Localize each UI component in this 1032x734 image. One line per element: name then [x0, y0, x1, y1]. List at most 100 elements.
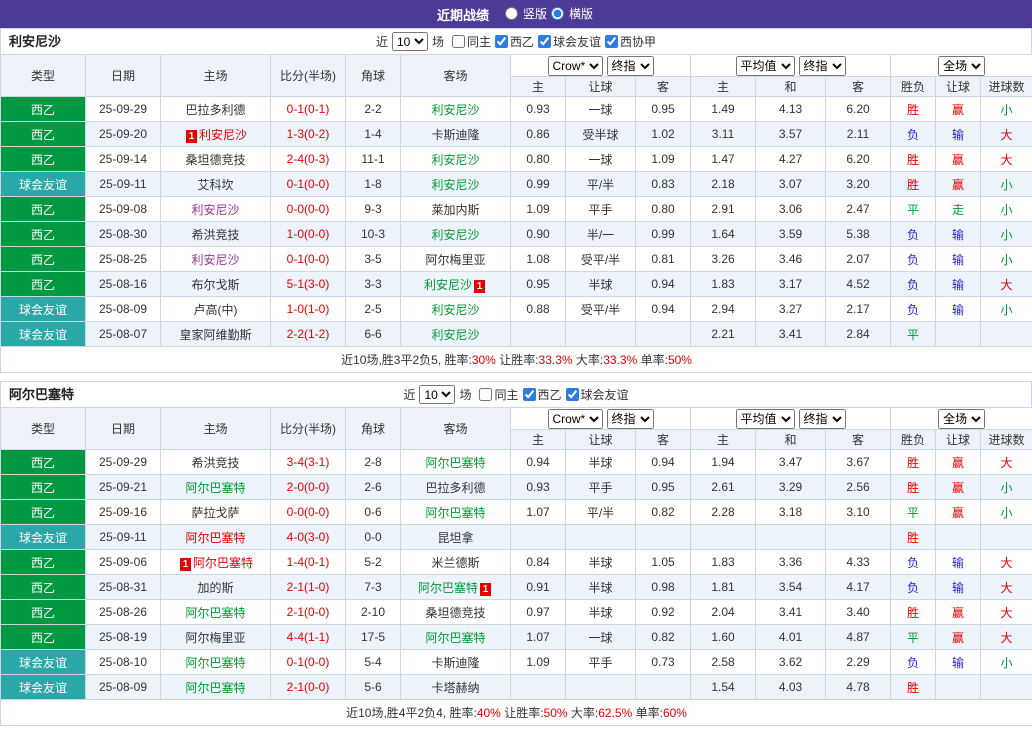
team-name[interactable]: 米兰德斯: [431, 556, 479, 570]
score-cell[interactable]: 1-3(0-2): [270, 121, 346, 147]
red-card-badge: 1: [480, 582, 491, 596]
score-cell[interactable]: 0-0(0-0): [270, 196, 346, 222]
score-cell[interactable]: 2-4(0-3): [270, 146, 346, 172]
team-name[interactable]: 1 阿尔巴塞特: [178, 556, 253, 571]
filter-checkbox[interactable]: [451, 35, 465, 48]
score-cell[interactable]: 0-1(0-0): [270, 246, 346, 272]
score-cell[interactable]: 0-1(0-0): [270, 171, 346, 197]
average-select[interactable]: 平均值: [735, 408, 795, 429]
odds-final-select[interactable]: 终指: [606, 55, 654, 76]
score-cell[interactable]: 2-2(1-2): [270, 321, 346, 347]
filter-checkbox[interactable]: [479, 388, 493, 401]
team-name[interactable]: 昆坦拿: [437, 531, 473, 545]
team-name[interactable]: 阿尔巴塞特: [185, 681, 245, 695]
col-date: 日期: [85, 407, 161, 450]
team-name[interactable]: 艾科坎: [197, 178, 233, 192]
filter-checkbox[interactable]: [522, 388, 536, 401]
home-team-cell: 巴拉多利德: [160, 96, 271, 122]
league-type-cell: 球会友谊: [0, 321, 86, 347]
score-cell[interactable]: 4-0(3-0): [270, 524, 346, 550]
team-name[interactable]: 阿尔巴塞特: [185, 656, 245, 670]
summary-segment: 60%: [662, 706, 687, 720]
avg-away-cell: 4.17: [825, 574, 892, 600]
filter-checkbox[interactable]: [605, 35, 619, 48]
result-handicap-cell: 赢: [935, 474, 982, 500]
team-name[interactable]: 利安尼沙: [431, 103, 479, 117]
team-name[interactable]: 阿尔巴塞特: [425, 456, 485, 470]
team-name[interactable]: 阿尔梅里亚: [425, 253, 485, 267]
layout-mode-radio[interactable]: [504, 7, 518, 20]
team-name[interactable]: 阿尔巴塞特: [425, 631, 485, 645]
score-cell[interactable]: 1-0(0-0): [270, 221, 346, 247]
team-name[interactable]: 阿尔巴塞特: [425, 506, 485, 520]
team-name[interactable]: 巴拉多利德: [185, 103, 245, 117]
avg-home-cell: 1.64: [690, 221, 757, 247]
team-name[interactable]: 皇家阿维勤斯: [179, 328, 251, 342]
team-name[interactable]: 桑坦德竞技: [425, 606, 485, 620]
result-wdl-cell: 负: [890, 121, 937, 147]
team-name[interactable]: 利安尼沙: [431, 153, 479, 167]
score-cell[interactable]: 2-1(0-0): [270, 674, 346, 700]
col-result-wdl: 胜负: [890, 429, 937, 450]
team-name[interactable]: 希洪竞技: [191, 228, 239, 242]
result-wdl-cell: 平: [890, 499, 937, 525]
scope-select[interactable]: 全场: [938, 408, 986, 429]
average-select[interactable]: 平均值: [735, 55, 795, 76]
score-cell[interactable]: 0-0(0-0): [270, 499, 346, 525]
scope-select[interactable]: 全场: [938, 55, 986, 76]
score-cell[interactable]: 2-1(1-0): [270, 574, 346, 600]
team-name[interactable]: 利安尼沙: [191, 203, 239, 217]
team-name[interactable]: 利安尼沙: [431, 328, 479, 342]
score-cell[interactable]: 4-4(1-1): [270, 624, 346, 650]
score-cell[interactable]: 1-4(0-1): [270, 549, 346, 575]
result-goals-cell: 大: [980, 449, 1032, 475]
match-count-select[interactable]: 10: [391, 32, 428, 51]
team-name[interactable]: 阿尔巴塞特: [185, 481, 245, 495]
score-cell[interactable]: 0-1(0-1): [270, 96, 346, 122]
match-count-select[interactable]: 10: [419, 385, 456, 404]
score-cell[interactable]: 2-0(0-0): [270, 474, 346, 500]
matches-tbody: 西乙 25-09-29 希洪竞技 3-4(3-1) 2-8 阿尔巴塞特 0.94 半球 0.94…: [0, 449, 1032, 700]
filter-checkbox[interactable]: [495, 35, 508, 48]
filter-checkbox[interactable]: [565, 388, 579, 401]
team-name[interactable]: 阿尔巴塞特 1: [418, 581, 493, 596]
team-name[interactable]: 利安尼沙 1: [424, 278, 487, 293]
team-name[interactable]: 希洪竞技: [191, 456, 239, 470]
team-name[interactable]: 利安尼沙: [191, 253, 239, 267]
average-final-select[interactable]: 终指: [798, 55, 846, 76]
team-name[interactable]: 卢高(中): [194, 303, 238, 317]
layout-mode-radio[interactable]: [551, 7, 564, 20]
team-name[interactable]: 萨拉戈萨: [191, 506, 239, 520]
score-cell[interactable]: 2-1(0-0): [270, 599, 346, 625]
filter-checkbox[interactable]: [538, 35, 552, 48]
summary-segment: 33.3%: [538, 353, 573, 367]
team-name[interactable]: 利安尼沙: [431, 228, 479, 242]
layout-mode-group: 竖版 横版: [503, 5, 595, 23]
odds-provider-select[interactable]: Crow*: [547, 408, 603, 429]
team-name[interactable]: 巴拉多利德: [425, 481, 485, 495]
team-name[interactable]: 桑坦德竞技: [185, 153, 245, 167]
average-final-select[interactable]: 终指: [798, 408, 846, 429]
team-name[interactable]: 1 利安尼沙: [184, 128, 247, 143]
score-cell[interactable]: 5-1(3-0): [270, 271, 346, 297]
score-cell[interactable]: 0-1(0-0): [270, 649, 346, 675]
team-name[interactable]: 加的斯: [197, 581, 233, 595]
score-cell[interactable]: 1-0(1-0): [270, 296, 346, 322]
team-name[interactable]: 阿尔梅里亚: [185, 631, 245, 645]
team-name[interactable]: 阿尔巴塞特: [185, 606, 245, 620]
away-team-cell: 桑坦德竞技: [400, 599, 511, 625]
odds-provider-select[interactable]: Crow*: [547, 55, 603, 76]
team-name[interactable]: 利安尼沙: [431, 178, 479, 192]
score-cell[interactable]: 3-4(3-1): [270, 449, 346, 475]
match-date-cell: 25-08-31: [85, 574, 161, 600]
team-name[interactable]: 利安尼沙: [431, 303, 479, 317]
team-name[interactable]: 阿尔巴塞特: [185, 531, 245, 545]
team-name[interactable]: 卡斯迪隆: [431, 656, 479, 670]
away-odds-cell: 0.98: [634, 574, 692, 600]
team-name[interactable]: 卡塔赫纳: [431, 681, 479, 695]
away-team-cell: 利安尼沙: [400, 96, 511, 122]
team-name[interactable]: 卡斯迪隆: [431, 128, 479, 142]
team-name[interactable]: 布尔戈斯: [191, 278, 239, 292]
odds-final-select[interactable]: 终指: [606, 408, 654, 429]
team-name[interactable]: 莱加内斯: [431, 203, 479, 217]
